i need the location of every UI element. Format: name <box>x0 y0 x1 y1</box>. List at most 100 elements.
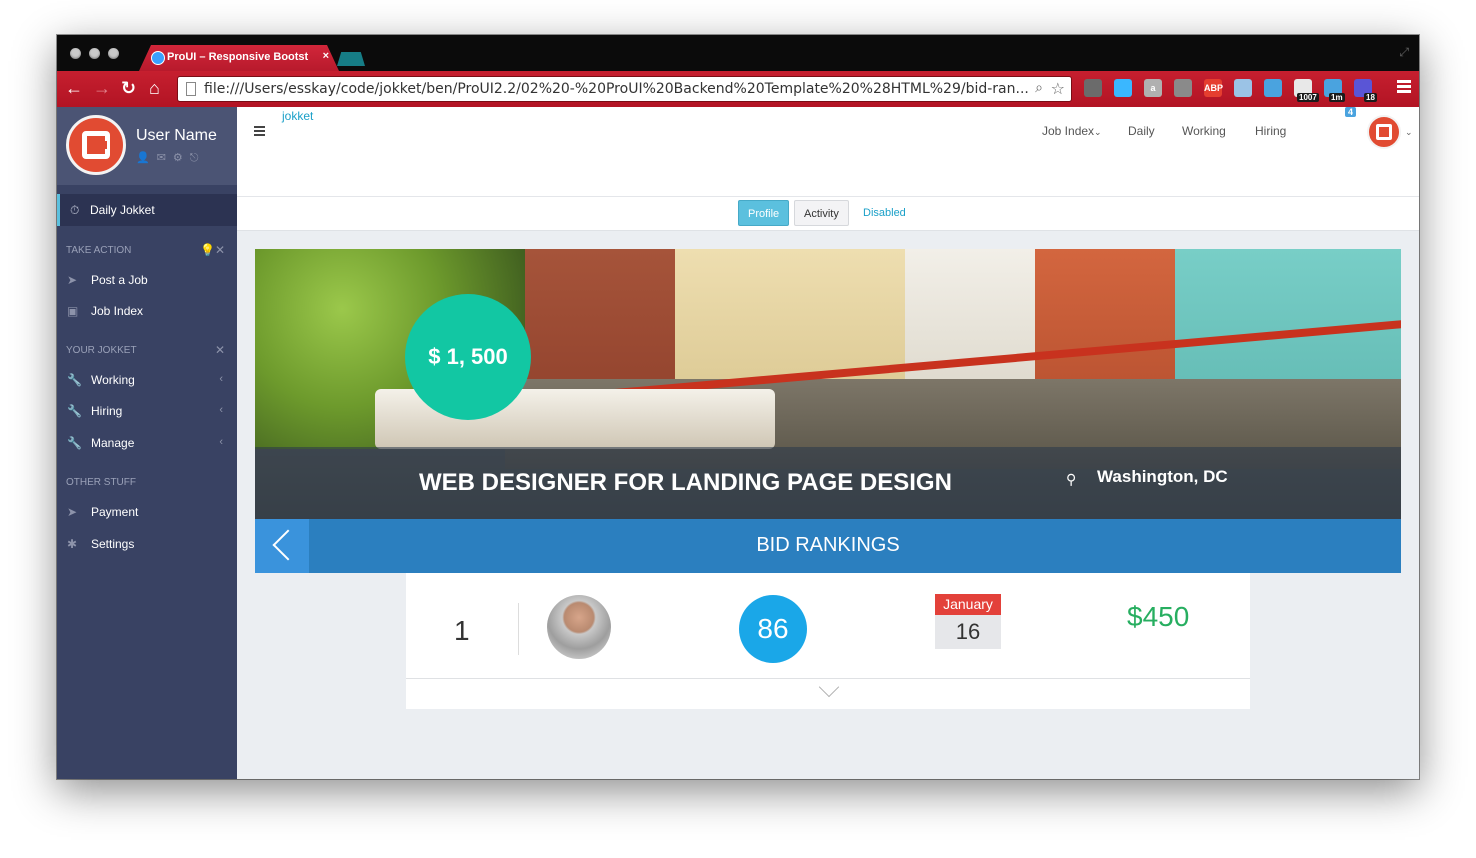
user-actions: 👤✉⚙⎋ <box>136 151 206 165</box>
amazon-icon[interactable]: a <box>1144 79 1162 97</box>
browser-window: ProUI – Responsive Bootst × ⤢ ← → ↻ ⌂ fi… <box>57 35 1419 779</box>
sidebar-item-payment[interactable]: ➤ Payment <box>57 501 237 525</box>
menu-icon[interactable] <box>1397 80 1411 95</box>
browser-tab[interactable]: ProUI – Responsive Bootst × <box>139 45 339 71</box>
job-price: $ 1, 500 <box>405 294 531 420</box>
tab-profile[interactable]: Profile <box>738 200 790 226</box>
sidebar-item-label: Hiring <box>91 404 123 418</box>
topnav-link-hiring[interactable]: Hiring <box>1255 124 1286 138</box>
screen-icon[interactable] <box>1234 79 1252 97</box>
tools-icon[interactable]: 💡✕ <box>200 243 225 257</box>
tab-title: ProUI – Responsive Bootst <box>167 51 309 63</box>
new-tab-button[interactable] <box>337 52 365 66</box>
logo-icon <box>1376 124 1392 140</box>
user-name[interactable]: User Name <box>136 127 217 145</box>
paper-plane-icon: ➤ <box>67 273 78 287</box>
chevron-left-icon: ‹ <box>219 436 223 448</box>
chevron-down-icon[interactable]: ⌄ <box>1405 127 1413 138</box>
title-bar: ProUI – Responsive Bootst × ⤢ <box>57 35 1419 71</box>
wrench-icon: 🔧 <box>67 436 82 450</box>
sidebar-item-job-index[interactable]: ▣ Job Index <box>57 300 237 324</box>
forward-arrow-icon[interactable]: → <box>93 78 111 98</box>
sidebar-item-label: Daily Jokket <box>90 203 155 217</box>
paper-plane-icon: ➤ <box>67 505 78 519</box>
profile-tabs: Profile Activity Disabled <box>237 197 1419 231</box>
job-hero-image: $ 1, 500 WEB DESIGNER FOR LANDING PAGE D… <box>255 249 1401 519</box>
tab-disabled: Disabled <box>863 207 906 219</box>
address-bar[interactable]: file:///Users/esskay/code/jokket/ben/Pro… <box>177 76 1072 102</box>
bid-rank: 1 <box>454 615 470 646</box>
sidebar-item-label: Settings <box>91 537 135 551</box>
user-menu-avatar[interactable] <box>1367 115 1401 149</box>
sidebar-item-label: Post a Job <box>91 273 148 287</box>
sidebar-item-label: Manage <box>91 436 135 450</box>
map-pin-icon: ⚲ <box>1066 471 1077 487</box>
sidebar: User Name 👤✉⚙⎋ ⏱ Daily Jokket TAKE ACTIO… <box>57 107 237 779</box>
job-location: Washington, DC <box>1097 467 1228 486</box>
chevron-left-icon: ‹ <box>219 373 223 385</box>
sidebar-section-header: YOUR JOKKET <box>66 345 137 356</box>
topnav-link-daily[interactable]: Daily <box>1128 124 1155 138</box>
back-arrow-icon[interactable]: ← <box>65 78 83 98</box>
sidebar-item-daily-jokket[interactable]: ⏱ Daily Jokket <box>57 194 237 226</box>
wrench-icon: 🔧 <box>67 404 82 418</box>
chevron-down-icon: ⌄ <box>1094 127 1102 137</box>
search-icon[interactable]: ⌕ <box>1035 80 1043 96</box>
brand-link[interactable]: jokket <box>282 109 313 123</box>
pocket-icon[interactable] <box>1114 79 1132 97</box>
tab-close-icon[interactable]: × <box>323 50 329 62</box>
logo-icon <box>82 131 110 159</box>
avatar[interactable] <box>66 115 126 175</box>
extension-badge: 1007 <box>1297 93 1319 102</box>
logout-icon[interactable]: ⎋ <box>190 152 206 164</box>
expand-chevron-icon[interactable] <box>818 676 840 698</box>
sidebar-item-hiring[interactable]: 🔧 Hiring ‹ <box>57 400 237 424</box>
browser-toolbar: ← → ↻ ⌂ file:///Users/esskay/code/jokket… <box>57 71 1419 107</box>
bid-row[interactable]: 1 86 January 16 $450 <box>406 573 1250 709</box>
chevron-left-icon: ‹ <box>219 404 223 416</box>
sidebar-item-settings[interactable]: ✱ Settings <box>57 533 237 557</box>
bookmark-star-icon[interactable]: ☆ <box>1051 79 1065 98</box>
tab-favicon-icon <box>151 51 165 65</box>
topnav-link-job-index[interactable]: Job Index⌄ <box>1042 124 1102 138</box>
mail-icon[interactable]: ✉ <box>157 152 173 164</box>
url-text: file:///Users/esskay/code/jokket/ben/Pro… <box>204 81 1029 97</box>
sidebar-item-working[interactable]: 🔧 Working ‹ <box>57 369 237 393</box>
bid-amount: $450 <box>1127 601 1190 632</box>
gear-icon[interactable]: ⚙ <box>173 152 190 164</box>
topnav-link-working[interactable]: Working <box>1182 124 1226 138</box>
sidebar-item-post-a-job[interactable]: ➤ Post a Job <box>57 269 237 293</box>
wrench-icon: 🔧 <box>67 373 82 387</box>
stopwatch-icon: ⏱ <box>70 203 80 217</box>
sidebar-item-label: Working <box>91 373 135 387</box>
adblock-icon[interactable]: ABP <box>1204 79 1223 97</box>
user-box: User Name 👤✉⚙⎋ <box>57 107 237 185</box>
reload-icon[interactable]: ↻ <box>121 78 136 98</box>
user-icon[interactable]: 👤 <box>136 152 157 164</box>
close-window-button[interactable] <box>70 48 81 59</box>
sound-icon[interactable] <box>1174 79 1192 97</box>
sidebar-toggle-icon[interactable] <box>254 126 265 138</box>
zoom-window-button[interactable] <box>108 48 119 59</box>
briefcase-icon: ▣ <box>67 304 79 318</box>
evernote-icon[interactable] <box>1084 79 1102 97</box>
notification-badge[interactable]: 4 <box>1345 107 1357 117</box>
tab-activity[interactable]: Activity <box>794 200 849 226</box>
sidebar-item-manage[interactable]: 🔧 Manage ‹ <box>57 432 237 456</box>
fullscreen-icon[interactable]: ⤢ <box>1399 45 1409 60</box>
clock-icon[interactable] <box>1264 79 1282 97</box>
home-icon[interactable]: ⌂ <box>149 78 160 98</box>
tools-icon[interactable]: ✕ <box>215 343 225 357</box>
sidebar-section-header: TAKE ACTION <box>66 245 132 256</box>
extension-badge: 18 <box>1364 93 1377 102</box>
extension-badge: 1m <box>1329 93 1345 102</box>
bidder-avatar[interactable] <box>547 595 611 659</box>
bid-date-day: 16 <box>935 615 1001 649</box>
minimize-window-button[interactable] <box>89 48 100 59</box>
top-navbar: jokket Job Index⌄ Daily Working Hiring 4… <box>237 107 1419 197</box>
sidebar-section-header: OTHER STUFF <box>66 477 136 488</box>
bid-rankings-header: BID RANKINGS <box>255 519 1401 573</box>
sidebar-item-label: Job Index <box>91 304 144 318</box>
bidder-score: 86 <box>739 595 807 663</box>
page-icon <box>186 82 196 96</box>
